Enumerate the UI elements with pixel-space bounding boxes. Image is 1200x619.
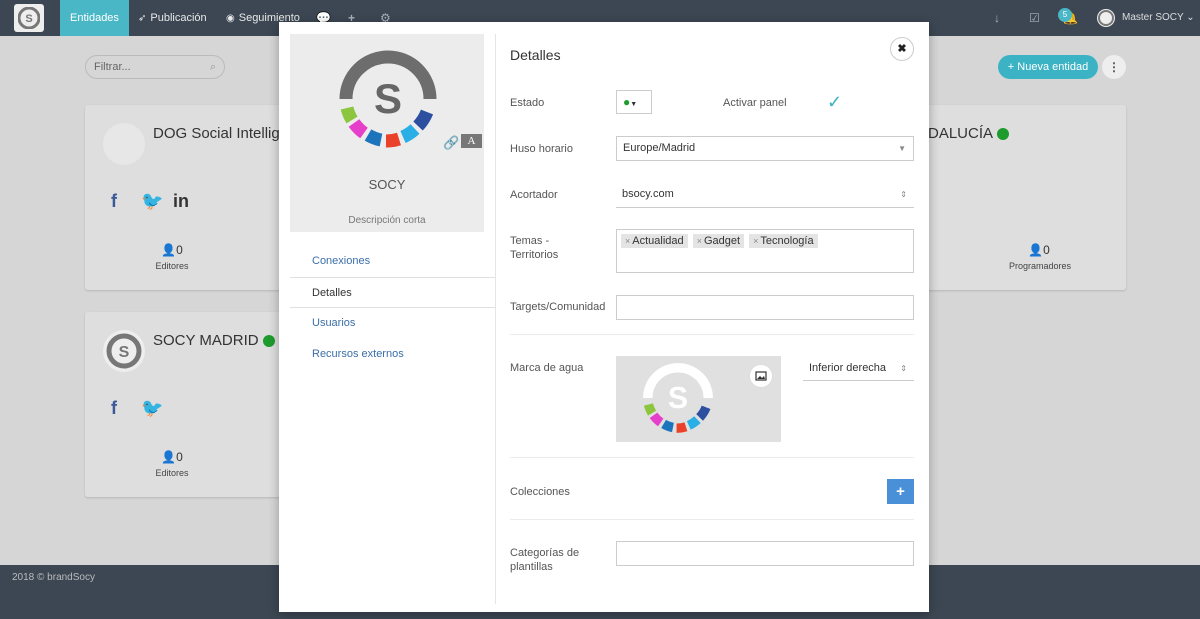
sort-arrows-icon: ⇕ xyxy=(900,190,907,199)
activar-panel-label: Activar panel xyxy=(723,97,787,109)
temas-label: Temas - Territorios xyxy=(510,235,559,261)
shortener-select[interactable]: bsocy.com ⇕ xyxy=(616,183,914,208)
programmers-label: Programadores xyxy=(1008,261,1072,271)
footer-copyright: 2018 © brandSocy xyxy=(12,572,95,583)
editors-label: Editores xyxy=(155,468,189,478)
checkmark-icon[interactable]: ✓ xyxy=(827,92,842,113)
menu-recursos-externos[interactable]: Recursos externos xyxy=(290,339,495,370)
entity-avatar: S xyxy=(103,330,145,372)
status-dot xyxy=(262,335,275,348)
menu-detalles[interactable]: Detalles xyxy=(290,277,495,308)
svg-text:S: S xyxy=(25,13,32,25)
menu-conexiones[interactable]: Conexiones xyxy=(290,246,495,277)
profile-description[interactable]: Descripción corta xyxy=(290,215,484,226)
template-categories-input[interactable] xyxy=(616,541,914,566)
editors-label: Editores xyxy=(155,261,189,271)
topics-tag-input[interactable]: × Actualidad × Gadget × Tecnología xyxy=(616,229,914,273)
twitter-icon[interactable]: 🐦 xyxy=(141,191,163,212)
tag-tecnologia[interactable]: × Tecnología xyxy=(749,234,818,248)
more-options-button[interactable]: ⋮ xyxy=(1102,55,1126,79)
caret-down-icon: ▼ xyxy=(630,101,638,108)
filter-input[interactable]: Filtrar... ⌕ xyxy=(85,55,225,79)
tag-actualidad[interactable]: × Actualidad xyxy=(621,234,688,248)
socy-logo-icon: S xyxy=(106,333,142,369)
targets-label: Targets/Comunidad xyxy=(510,301,606,313)
chevron-down-icon: ⌄ xyxy=(1186,12,1195,23)
marca-label: Marca de agua xyxy=(510,362,584,374)
profile-name: SOCY xyxy=(368,177,406,192)
download-icon[interactable]: ↓ xyxy=(994,0,1000,36)
sort-arrows-icon: ⇕ xyxy=(900,364,907,373)
tasks-icon[interactable]: ☑ xyxy=(1029,0,1040,36)
divider xyxy=(510,457,914,458)
details-title: Detalles xyxy=(510,47,561,63)
twitter-icon[interactable]: 🐦 xyxy=(141,398,163,419)
column-divider xyxy=(495,34,496,604)
menu-usuarios[interactable]: Usuarios xyxy=(290,308,495,339)
targets-input[interactable] xyxy=(616,295,914,320)
entity-card[interactable]: DALUCÍA 👤0 Programadores xyxy=(920,105,1126,290)
rocket-icon: ➶ xyxy=(138,13,147,24)
add-collection-button[interactable]: + xyxy=(887,479,914,504)
timezone-select[interactable]: Europe/Madrid ▼ xyxy=(616,136,914,161)
notification-badge: 5 xyxy=(1058,8,1072,22)
status-dot xyxy=(997,128,1010,141)
nav-publicacion[interactable]: ➶ Publicación xyxy=(138,0,207,36)
upload-image-button[interactable] xyxy=(749,364,773,388)
linkedin-icon[interactable]: in xyxy=(173,191,189,212)
facebook-icon[interactable]: f xyxy=(111,398,117,419)
estado-label: Estado xyxy=(510,97,545,109)
entity-avatar xyxy=(103,123,145,165)
acortador-label: Acortador xyxy=(510,189,558,201)
divider xyxy=(510,519,914,520)
new-entity-button[interactable]: + Nueva entidad xyxy=(998,55,1098,79)
target-icon: ◉ xyxy=(226,13,235,24)
editors-count: 👤0 xyxy=(161,243,183,257)
socy-logo-icon: S xyxy=(18,7,40,29)
user-menu[interactable]: Master SOCY ⌄ xyxy=(1122,0,1195,36)
svg-text:S: S xyxy=(374,75,402,122)
user-avatar[interactable] xyxy=(1097,9,1115,27)
close-button[interactable]: ✖ xyxy=(890,37,914,61)
svg-text:S: S xyxy=(119,344,130,361)
socy-logo-icon: S xyxy=(643,363,713,433)
link-icon[interactable]: 🔗 xyxy=(443,135,459,151)
remove-tag-icon[interactable]: × xyxy=(697,236,702,246)
avatar-logo-icon xyxy=(1098,10,1114,26)
entity-title: SOCY MADRID xyxy=(153,332,275,349)
remove-tag-icon[interactable]: × xyxy=(625,236,630,246)
remove-tag-icon[interactable]: × xyxy=(753,236,758,246)
divider xyxy=(510,334,914,335)
entity-details-modal: S 🔗 A SOCY Descripción corta Conexiones … xyxy=(279,22,929,612)
details-menu: Conexiones Detalles Usuarios Recursos ex… xyxy=(290,246,495,370)
watermark-position-select[interactable]: Inferior derecha ⇕ xyxy=(803,356,914,381)
editors-count: 👤0 xyxy=(161,450,183,464)
socy-logo-icon[interactable]: S xyxy=(338,49,438,149)
tag-gadget[interactable]: × Gadget xyxy=(692,234,745,248)
entity-title: DALUCÍA xyxy=(928,125,1010,142)
estado-select[interactable]: ●▼ xyxy=(616,90,652,114)
svg-text:S: S xyxy=(668,382,688,415)
programmers-count: 👤0 xyxy=(1028,243,1050,257)
colecciones-label: Colecciones xyxy=(510,486,570,498)
facebook-icon[interactable]: f xyxy=(111,191,117,212)
nav-entidades[interactable]: Entidades xyxy=(60,0,129,36)
profile-card: S 🔗 A SOCY Descripción corta xyxy=(290,34,484,232)
app-logo[interactable]: S xyxy=(14,4,44,32)
search-icon: ⌕ xyxy=(209,61,216,73)
huso-label: Huso horario xyxy=(510,143,573,155)
image-icon xyxy=(755,371,767,381)
font-icon[interactable]: A xyxy=(461,134,482,148)
entity-title: DOG Social Intellige xyxy=(153,125,289,142)
categorias-label: Categorías de plantillas xyxy=(510,547,580,573)
caret-down-icon: ▼ xyxy=(898,144,906,153)
